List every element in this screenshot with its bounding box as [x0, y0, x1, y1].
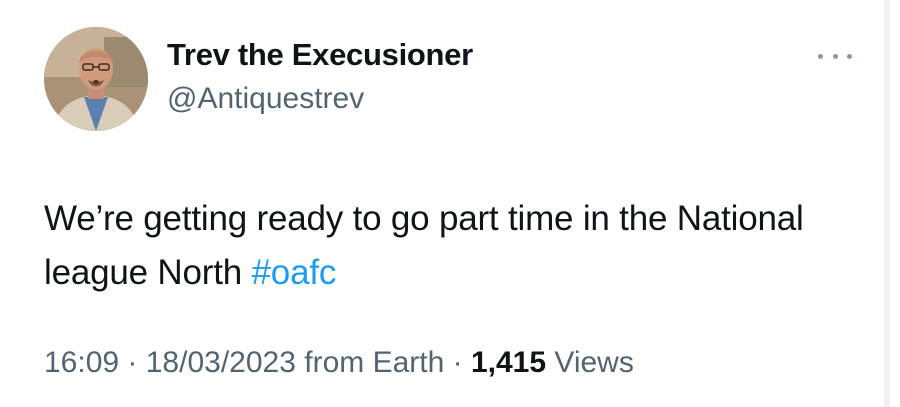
tweet-meta: 16:09 · 18/03/2023 from Earth · 1,415 Vi… — [44, 346, 634, 380]
tweet-body: We’re getting ready to go part time in t… — [44, 199, 804, 292]
author-display-name[interactable]: Trev the Execusioner — [167, 37, 473, 73]
tweet-date[interactable]: 18/03/2023 — [146, 346, 296, 379]
tweet-time[interactable]: 16:09 — [44, 346, 119, 379]
dot-icon — [847, 53, 852, 59]
dot-icon — [818, 53, 823, 59]
separator: · — [444, 346, 471, 379]
views-count: 1,415 — [470, 346, 547, 379]
avatar[interactable] — [44, 27, 148, 131]
tweet-source: from Earth — [295, 346, 445, 379]
tweet-card: Trev the Execusioner @Antiquestrev We’re… — [0, 0, 900, 407]
more-options-icon[interactable] — [818, 46, 852, 66]
avatar-photo — [44, 27, 148, 131]
author-handle[interactable]: @Antiquestrev — [167, 82, 364, 116]
scrollbar[interactable] — [884, 0, 890, 407]
tweet-text: We’re getting ready to go part time in t… — [44, 192, 844, 300]
separator: · — [119, 346, 146, 379]
views-label: Views — [546, 346, 634, 379]
hashtag-link[interactable]: #oafc — [252, 253, 337, 292]
dot-icon — [832, 53, 838, 59]
